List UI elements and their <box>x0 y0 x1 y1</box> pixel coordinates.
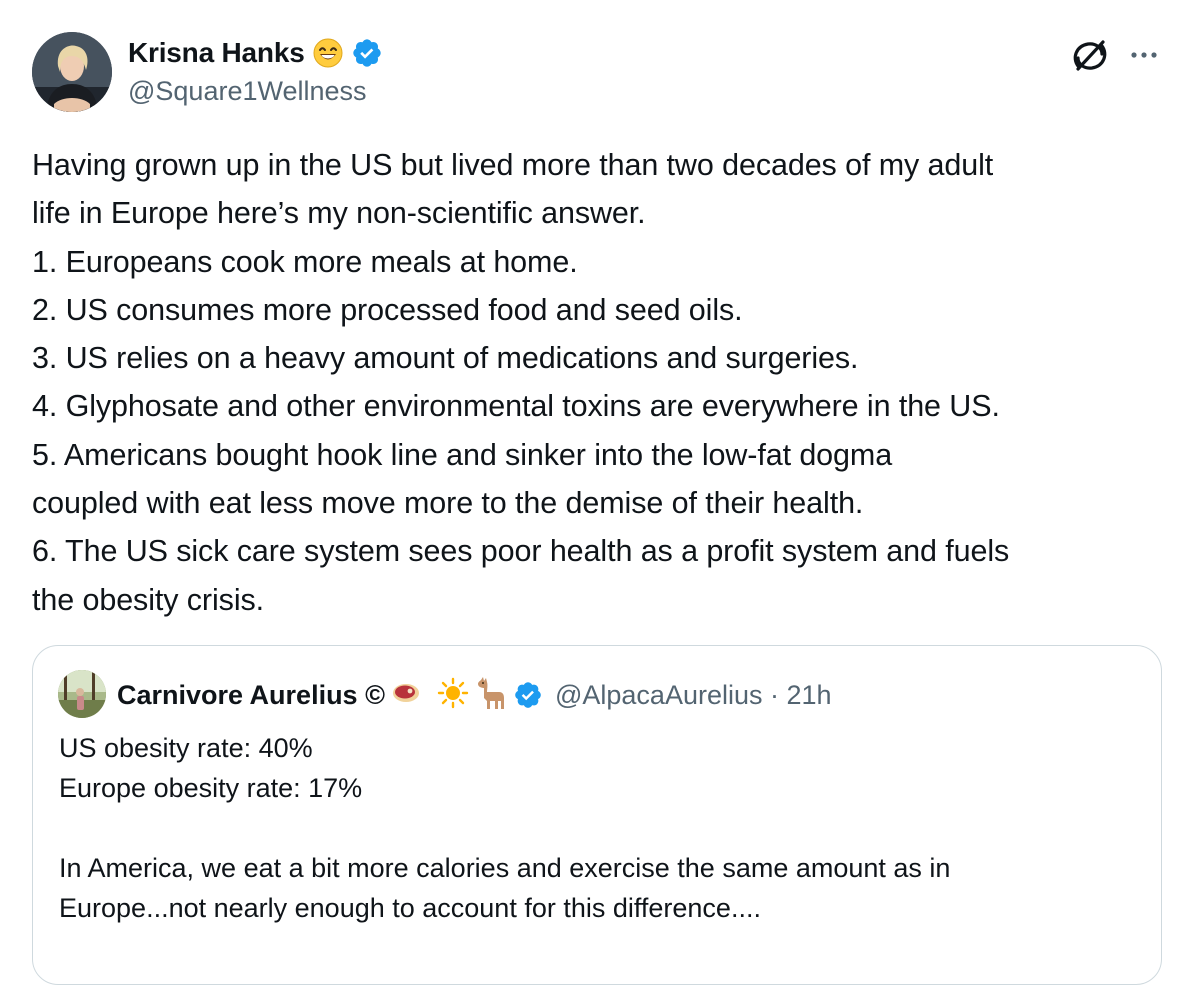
tweet: Krisna Hanks @Square1Wellness Having gro… <box>0 0 1190 985</box>
quoted-verified-badge-icon[interactable] <box>513 680 543 710</box>
quoted-author-avatar[interactable] <box>58 670 106 718</box>
post-text-line: Having grown up in the US but lived more… <box>32 148 994 182</box>
post-text: Having grown up in the US but lived more… <box>32 141 1172 624</box>
post-text-line: life in Europe here’s my non-scientific … <box>32 196 646 231</box>
author-name-row: Krisna Hanks <box>128 36 383 70</box>
post-text-line: coupled with eat less move more to the d… <box>32 486 864 521</box>
author-handle[interactable]: @Square1Wellness <box>128 76 367 107</box>
post-text-line: 3. US relies on a heavy amount of medica… <box>32 341 859 376</box>
quoted-author-display-name[interactable]: Carnivore Aurelius © <box>117 680 385 711</box>
post-text-line: 5. Americans bought hook line and sinker… <box>32 437 893 472</box>
quoted-tweet-card[interactable]: Carnivore Aurelius © @AlpacaAurelius · 2… <box>32 645 1162 985</box>
quoted-text-line: US obesity rate: 40% <box>59 733 313 763</box>
quoted-text-line <box>59 808 1149 848</box>
quoted-text: US obesity rate: 40% Europe obesity rate… <box>59 728 1149 928</box>
quoted-text-line: Europe obesity rate: 17% <box>59 773 363 803</box>
author-display-name[interactable]: Krisna Hanks <box>128 37 305 69</box>
sun-emoji-icon <box>437 677 469 714</box>
post-text-line: the obesity crisis. <box>32 582 265 617</box>
post-text-line: 4. Glyphosate and other environmental to… <box>32 389 1000 424</box>
post-text-line: 1. Europeans cook more meals at home. <box>32 244 578 279</box>
quoted-text-line: Europe...not nearly enough to account fo… <box>59 893 761 923</box>
steak-emoji-icon <box>391 681 421 710</box>
grok-icon[interactable] <box>1070 38 1110 74</box>
quoted-author-handle-time[interactable]: @AlpacaAurelius · 21h <box>555 680 832 711</box>
post-text-line: 2. US consumes more processed food and s… <box>32 292 743 327</box>
grinning-face-emoji-icon <box>313 38 343 68</box>
post-text-line: 6. The US sick care system sees poor hea… <box>32 534 1010 569</box>
llama-emoji-icon <box>475 676 507 715</box>
author-avatar[interactable] <box>32 32 112 112</box>
quoted-text-line: In America, we eat a bit more calories a… <box>59 853 951 883</box>
more-options-icon[interactable] <box>1124 40 1164 70</box>
quoted-author-row: Carnivore Aurelius © @AlpacaAurelius · 2… <box>117 676 832 714</box>
verified-badge-icon[interactable] <box>351 37 383 69</box>
